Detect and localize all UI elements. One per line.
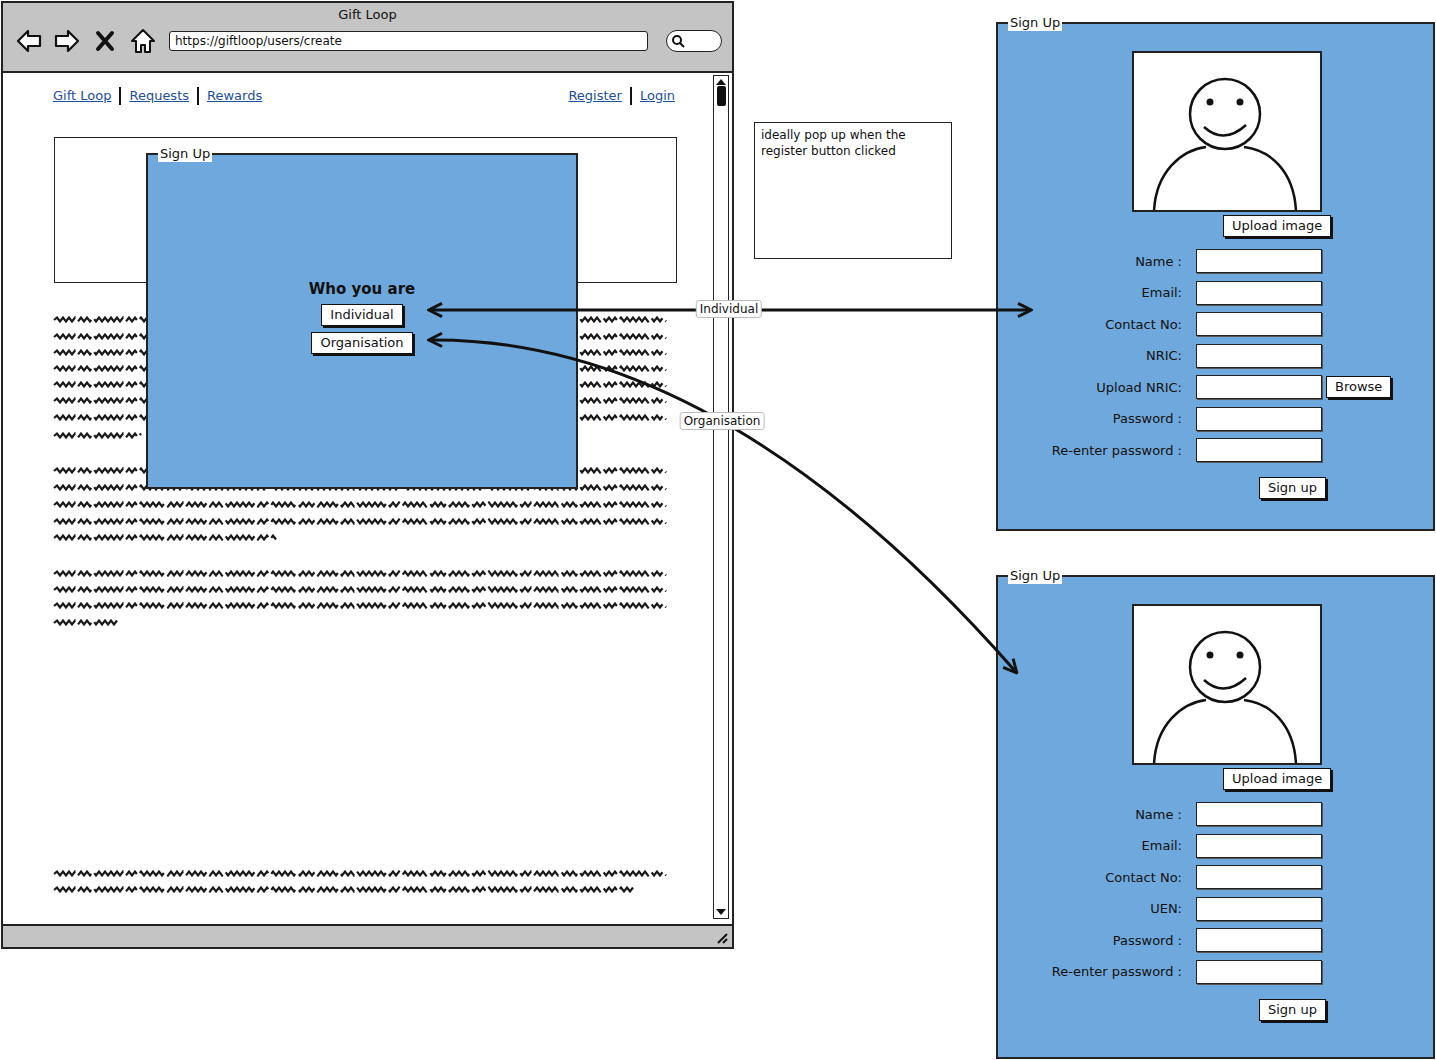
- form-row: Name :: [998, 802, 1322, 826]
- popup-title: Sign Up: [158, 146, 212, 162]
- field-label: Name :: [998, 254, 1182, 269]
- field-label: Email:: [998, 838, 1182, 853]
- scroll-thumb[interactable]: [717, 86, 726, 106]
- text-input[interactable]: [1196, 344, 1322, 368]
- text-input[interactable]: [1196, 897, 1322, 921]
- field-label: Re-enter password :: [998, 443, 1182, 458]
- user-type-button[interactable]: Individual: [321, 304, 402, 326]
- form-title: Sign Up: [1008, 15, 1062, 31]
- browse-button[interactable]: Browse: [1326, 376, 1391, 398]
- status-bar: [3, 924, 732, 947]
- field-label: Upload NRIC:: [998, 380, 1182, 395]
- field-label: Contact No:: [998, 317, 1182, 332]
- scroll-down-icon: [715, 907, 727, 917]
- text-input[interactable]: [1196, 834, 1322, 858]
- avatar-box: [1132, 604, 1322, 765]
- annotation-note: ideally pop up when the register button …: [754, 122, 952, 259]
- nav-group: Gift LoopRequestsRewards: [53, 87, 262, 105]
- organisation-arrow: [430, 340, 1016, 672]
- forward-icon[interactable]: [53, 27, 81, 55]
- field-label: Password :: [998, 933, 1182, 948]
- browser-window: Gift Loophttps://giftloop/users/createGi…: [1, 1, 734, 949]
- user-type-button[interactable]: Organisation: [311, 332, 412, 354]
- form-row: Email:: [998, 834, 1322, 858]
- text-input[interactable]: [1196, 865, 1322, 889]
- address-bar[interactable]: https://giftloop/users/create: [169, 31, 648, 51]
- form-row: UEN:: [998, 897, 1322, 921]
- form-row: Password :: [998, 407, 1391, 431]
- field-label: Contact No:: [998, 870, 1182, 885]
- form-row: Re-enter password :: [998, 438, 1391, 462]
- page-content: Gift LoopRequestsRewards RegisterLogin Sig…: [3, 73, 732, 924]
- popup-heading: Who you are: [309, 280, 415, 298]
- text-input[interactable]: [1196, 249, 1322, 273]
- signup-form: Sign UpUpload imageName :Email:Contact N…: [996, 575, 1435, 1059]
- nav-link[interactable]: Register: [568, 87, 630, 105]
- form-row: Password :: [998, 928, 1322, 952]
- form-row: Name :: [998, 249, 1391, 273]
- text-input[interactable]: [1196, 407, 1322, 431]
- nav-bar: Gift LoopRequestsRewards RegisterLogin: [3, 73, 713, 105]
- arrow-label: Organisation: [680, 412, 765, 430]
- form-row: Contact No:: [998, 312, 1391, 336]
- text-input[interactable]: [1196, 375, 1322, 399]
- search-box[interactable]: [666, 30, 722, 52]
- canvas: Gift Loophttps://giftloop/users/createGi…: [0, 0, 1436, 1060]
- text-input[interactable]: [1196, 928, 1322, 952]
- avatar-icon: [1134, 53, 1320, 210]
- field-label: UEN:: [998, 901, 1182, 916]
- home-icon[interactable]: [129, 27, 157, 55]
- form-title: Sign Up: [1008, 568, 1062, 584]
- avatar-box: [1132, 51, 1322, 212]
- url-text: https://giftloop/users/create: [175, 34, 342, 48]
- field-label: NRIC:: [998, 348, 1182, 363]
- upload-image-button[interactable]: Upload image: [1223, 768, 1331, 790]
- form-row: Contact No:: [998, 865, 1322, 889]
- stop-icon[interactable]: [91, 27, 119, 55]
- field-label: Re-enter password :: [998, 964, 1182, 979]
- text-input[interactable]: [1196, 802, 1322, 826]
- window-title: Gift Loop: [3, 3, 732, 23]
- form-fields: Name : Email: Contact No: UEN: Password : Re-…: [998, 802, 1322, 984]
- text-input[interactable]: [1196, 438, 1322, 462]
- form-row: Upload NRIC: Browse: [998, 375, 1391, 399]
- scrollbar[interactable]: [713, 75, 729, 919]
- back-icon[interactable]: [15, 27, 43, 55]
- text-input[interactable]: [1196, 960, 1322, 984]
- field-label: Password :: [998, 411, 1182, 426]
- form-row: Email:: [998, 281, 1391, 305]
- nav-link[interactable]: Requests: [119, 87, 197, 105]
- nav-group: RegisterLogin: [568, 87, 675, 105]
- form-row: Re-enter password :: [998, 960, 1322, 984]
- search-icon: [671, 34, 685, 48]
- avatar-icon: [1134, 606, 1320, 763]
- nav-link[interactable]: Login: [630, 87, 675, 105]
- title-bar: Gift Loop https://giftloop/users/create: [3, 3, 732, 73]
- toolbar: https://giftloop/users/create: [3, 23, 732, 55]
- field-label: Email:: [998, 285, 1182, 300]
- sign-up-button[interactable]: Sign up: [1259, 477, 1326, 499]
- resize-grip-icon: [714, 930, 728, 944]
- field-label: Name :: [998, 807, 1182, 822]
- arrow-label: Individual: [696, 300, 762, 318]
- form-fields: Name : Email: Contact No: NRIC: Upload NRIC:…: [998, 249, 1391, 462]
- form-row: NRIC:: [998, 344, 1391, 368]
- sign-up-button[interactable]: Sign up: [1259, 999, 1326, 1021]
- upload-image-button[interactable]: Upload image: [1223, 215, 1331, 237]
- text-input[interactable]: [1196, 281, 1322, 305]
- text-input[interactable]: [1196, 312, 1322, 336]
- nav-link[interactable]: Rewards: [197, 87, 262, 105]
- page-main: Gift LoopRequestsRewards RegisterLogin Sig…: [3, 73, 713, 924]
- signup-popup: Sign UpWho you areIndividualOrganisation: [146, 153, 578, 489]
- nav-link[interactable]: Gift Loop: [53, 87, 119, 105]
- signup-form: Sign UpUpload imageName :Email:Contact N…: [996, 22, 1435, 531]
